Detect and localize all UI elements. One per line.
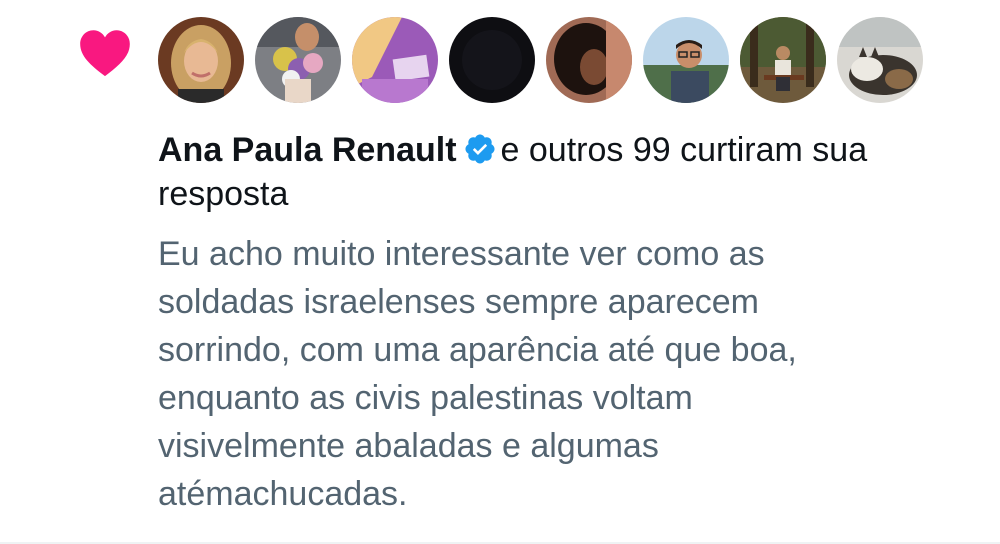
avatar[interactable] — [449, 17, 535, 103]
avatar[interactable] — [158, 17, 244, 103]
avatar[interactable] — [837, 17, 923, 103]
avatar[interactable] — [546, 17, 632, 103]
avatar[interactable] — [740, 17, 826, 103]
like-notification[interactable]: Ana Paula Renault e outros 99 curtiram su… — [0, 0, 1000, 544]
liker-avatars — [158, 17, 923, 103]
user-name-link[interactable]: Ana Paula Renault — [158, 131, 457, 169]
avatar[interactable] — [643, 17, 729, 103]
heart-icon — [76, 26, 134, 78]
reply-text[interactable]: Eu acho muito interessante ver como as s… — [158, 230, 978, 518]
notification-headline: Ana Paula Renault e outros 99 curtiram su… — [158, 128, 978, 216]
avatar[interactable] — [352, 17, 438, 103]
avatar[interactable] — [255, 17, 341, 103]
verified-badge-icon — [463, 132, 497, 166]
notification-body: Ana Paula Renault e outros 99 curtiram su… — [158, 128, 978, 518]
